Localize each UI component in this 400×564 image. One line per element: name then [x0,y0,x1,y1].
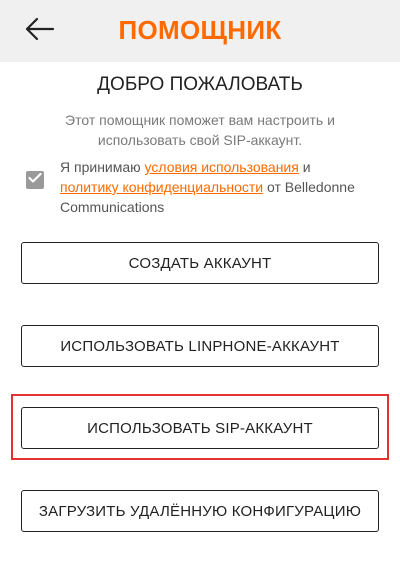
use-linphone-account-button[interactable]: ИСПОЛЬЗОВАТЬ LINPHONE-АККАУНТ [21,325,379,367]
terms-of-use-link[interactable]: условия использования [145,159,299,175]
checkmark-icon [28,171,42,189]
privacy-policy-link[interactable]: политику конфиденциальности [60,179,263,195]
create-account-button[interactable]: СОЗДАТЬ АККАУНТ [21,242,379,284]
terms-prefix: Я принимаю [60,159,145,175]
top-bar: ПОМОЩНИК [0,0,400,62]
terms-text: Я принимаю условия использования и полити… [60,157,380,217]
remote-config-button[interactable]: ЗАГРУЗИТЬ УДАЛЁННУЮ КОНФИГУРАЦИЮ [21,490,379,532]
terms-checkbox[interactable] [26,171,44,189]
welcome-heading: ДОБРО ПОЖАЛОВАТЬ [97,74,303,95]
terms-and: и [298,159,311,175]
terms-acceptance: Я принимаю условия использования и полити… [24,157,384,215]
use-sip-account-button[interactable]: ИСПОЛЬЗОВАТЬ SIP-АККАУНТ [21,407,379,449]
welcome-description: Этот помощник поможет вам настроить и ис… [65,112,335,148]
page-title: ПОМОЩНИК [118,15,282,45]
